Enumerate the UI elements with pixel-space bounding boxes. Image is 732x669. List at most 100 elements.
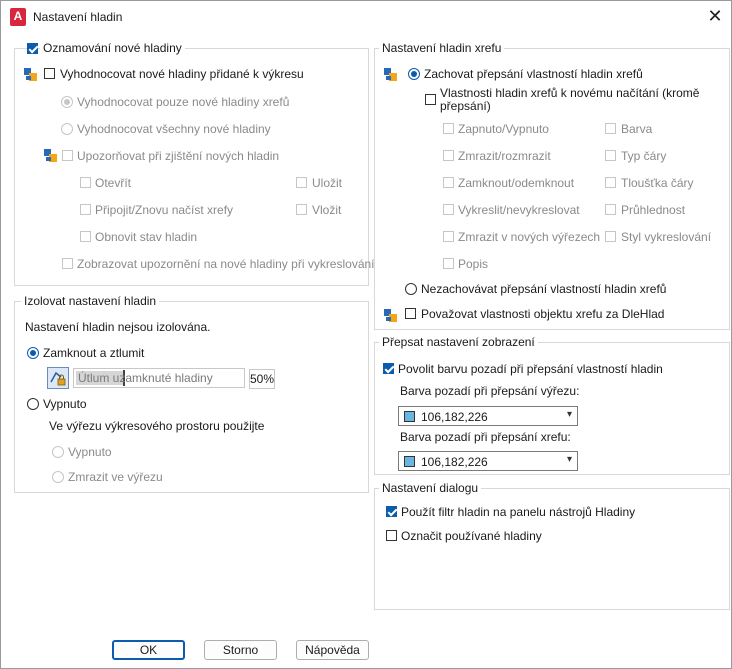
prop-lock-label: Zamknout/odemknout <box>458 176 575 190</box>
enable-bg-checkbox[interactable] <box>383 363 394 374</box>
xref-bg-color-select[interactable]: 106,182,226 ▾ <box>398 451 578 471</box>
color-swatch <box>404 411 415 422</box>
insert-checkbox[interactable] <box>296 204 307 215</box>
dialog-settings-group-title: Nastavení dialogu <box>379 481 482 495</box>
prop-linetype-label: Typ čáry <box>621 149 667 163</box>
eval-all-label: Vyhodnocovat všechny nové hladiny <box>77 122 271 136</box>
isolate-group-title: Izolovat nastavení hladin <box>21 294 160 308</box>
restore-label: Obnovit stav hladin <box>95 230 198 244</box>
prop-plotstyle-label: Styl vykreslování <box>621 230 712 244</box>
prop-transparency-checkbox[interactable] <box>605 204 616 215</box>
layer-stack-icon <box>384 68 397 81</box>
fade-control: Útlum uzamknuté hladiny <box>47 367 275 389</box>
evaluate-label: Vyhodnocovat nové hladiny přidané k výkr… <box>60 67 304 81</box>
eval-all-radio[interactable] <box>61 123 73 135</box>
layer-stack-icon <box>44 149 57 162</box>
notify-group-title: Oznamování nové hladiny <box>40 41 185 55</box>
open-checkbox[interactable] <box>80 177 91 188</box>
fade-slider-text: Útlum uzamknuté hladiny <box>78 371 213 385</box>
vp-bg-color-value: 106,182,226 <box>421 410 488 424</box>
bylayer-label: Považovat vlastnosti objektu xrefu za Dl… <box>421 307 665 321</box>
eval-xref-only-radio[interactable] <box>61 96 73 108</box>
title-bar: A Nastavení hladin ✕ <box>1 1 731 33</box>
vp-freeze-label: Zmrazit ve výřezu <box>68 470 163 484</box>
chevron-down-icon: ▾ <box>566 454 572 465</box>
vp-off-label: Vypnuto <box>68 445 112 459</box>
layer-stack-icon <box>24 68 37 81</box>
prop-color-label: Barva <box>621 122 653 136</box>
lock-fade-label: Zamknout a ztlumit <box>43 346 145 360</box>
enable-bg-label: Povolit barvu pozadí při přepsání vlastn… <box>398 362 663 376</box>
layer-settings-dialog: A Nastavení hladin ✕ Oznamování nové hla… <box>0 0 732 669</box>
cancel-button[interactable]: Storno <box>204 640 277 660</box>
chevron-down-icon: ▾ <box>566 409 572 420</box>
dont-keep-overrides-label: Nezachovávat přepsání vlastností hladin … <box>421 282 667 296</box>
prop-freeze-new-vp-checkbox[interactable] <box>443 231 454 242</box>
eval-xref-only-label: Vyhodnocovat pouze nové hladiny xrefů <box>77 95 290 109</box>
mark-used-checkbox[interactable] <box>386 530 397 541</box>
lock-fade-radio[interactable] <box>27 347 39 359</box>
close-icon[interactable]: ✕ <box>701 5 729 29</box>
layer-stack-icon <box>384 309 397 322</box>
help-button[interactable]: Nápověda <box>296 640 369 660</box>
notify-group <box>14 48 369 286</box>
prop-description-checkbox[interactable] <box>443 258 454 269</box>
ok-button[interactable]: OK <box>112 640 185 660</box>
show-on-plot-label: Zobrazovat upozornění na nové hladiny př… <box>77 257 375 271</box>
color-swatch <box>404 456 415 467</box>
prop-freeze-new-vp-label: Zmrazit v nových výřezech <box>458 230 601 244</box>
dont-keep-overrides-radio[interactable] <box>405 283 417 295</box>
prop-freeze-label: Zmrazit/rozmrazit <box>458 149 551 163</box>
prop-description-label: Popis <box>458 257 489 271</box>
use-filter-checkbox[interactable] <box>386 506 397 517</box>
dialog-title: Nastavení hladin <box>33 10 123 24</box>
prop-plotstyle-checkbox[interactable] <box>605 231 616 242</box>
prop-lock-checkbox[interactable] <box>443 177 454 188</box>
lock-fade-icon <box>47 367 69 389</box>
xref-bg-color-value: 106,182,226 <box>421 455 488 469</box>
prop-linetype-checkbox[interactable] <box>605 150 616 161</box>
reload-props-checkbox[interactable] <box>425 94 436 105</box>
attach-xref-checkbox[interactable] <box>80 204 91 215</box>
override-group-title: Přepsat nastavení zobrazení <box>379 335 538 349</box>
prop-plot-label: Vykreslit/nevykreslovat <box>458 203 580 217</box>
reload-props-label-2: přepsání) <box>440 99 491 113</box>
show-on-plot-checkbox[interactable] <box>62 258 73 269</box>
notify-when-checkbox[interactable] <box>62 150 73 161</box>
attach-xref-label: Připojit/Znovu načíst xrefy <box>95 203 234 217</box>
reload-props-label-1: Vlastnosti hladin xrefů k novému načítán… <box>440 86 700 100</box>
prop-lineweight-checkbox[interactable] <box>605 177 616 188</box>
autocad-app-icon: A <box>10 8 26 26</box>
notify-when-label: Upozorňovat při zjištění nových hladin <box>77 149 280 163</box>
fade-slider[interactable]: Útlum uzamknuté hladiny <box>73 368 245 388</box>
viewport-text: Ve výřezu výkresového prostoru použijte <box>49 419 265 433</box>
prop-color-checkbox[interactable] <box>605 123 616 134</box>
prop-freeze-checkbox[interactable] <box>443 150 454 161</box>
open-label: Otevřít <box>95 176 132 190</box>
xref-bg-label: Barva pozadí při přepsání xrefu: <box>400 430 571 444</box>
isolate-off-label: Vypnuto <box>43 397 87 411</box>
keep-overrides-radio[interactable] <box>408 68 420 80</box>
save-checkbox[interactable] <box>296 177 307 188</box>
notify-checkbox[interactable] <box>27 43 38 54</box>
mark-used-label: Označit používané hladiny <box>401 529 542 543</box>
fade-percent-field[interactable]: 50% <box>249 369 275 389</box>
xref-group-title: Nastavení hladin xrefu <box>379 41 505 55</box>
insert-label: Vložit <box>312 203 342 217</box>
vp-bg-label: Barva pozadí při přepsání výřezu: <box>400 384 580 398</box>
restore-checkbox[interactable] <box>80 231 91 242</box>
isolate-off-radio[interactable] <box>27 398 39 410</box>
bylayer-checkbox[interactable] <box>405 308 416 319</box>
vp-bg-color-select[interactable]: 106,182,226 ▾ <box>398 406 578 426</box>
prop-on-off-checkbox[interactable] <box>443 123 454 134</box>
use-filter-label: Použít filtr hladin na panelu nástrojů H… <box>401 505 636 519</box>
prop-transparency-label: Průhlednost <box>621 203 686 217</box>
prop-plot-checkbox[interactable] <box>443 204 454 215</box>
vp-freeze-radio[interactable] <box>52 471 64 483</box>
keep-overrides-label: Zachovat přepsání vlastností hladin xref… <box>424 67 643 81</box>
evaluate-checkbox[interactable] <box>44 68 55 79</box>
vp-off-radio[interactable] <box>52 446 64 458</box>
prop-on-off-label: Zapnuto/Vypnuto <box>458 122 549 136</box>
save-label: Uložit <box>312 176 343 190</box>
prop-lineweight-label: Tloušťka čáry <box>621 176 694 190</box>
